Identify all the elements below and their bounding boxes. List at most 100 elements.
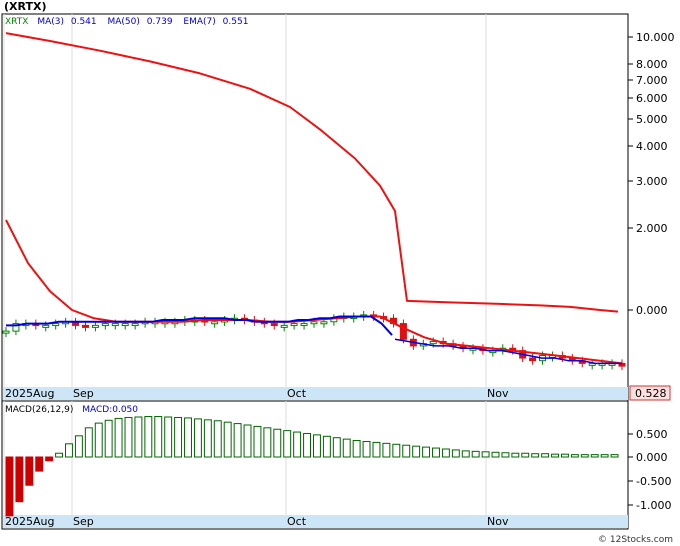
macd-bar <box>412 445 421 458</box>
macd-bar <box>551 453 559 458</box>
candle-body <box>131 323 139 327</box>
macd-bar <box>471 450 480 458</box>
macd-bar <box>65 443 73 458</box>
price-y-tick-label: 8.000 <box>636 58 668 71</box>
macd-bar <box>352 440 361 458</box>
macd-bar <box>560 453 569 458</box>
candle-body <box>320 321 328 325</box>
macd-bar <box>35 456 44 472</box>
macd-bar <box>154 416 163 458</box>
price-y-tick-label: 5.000 <box>636 113 668 126</box>
macd-bar <box>233 423 242 458</box>
candle-body <box>529 357 537 362</box>
macd-bar <box>174 416 183 458</box>
macd-value: MACD:0.050 <box>82 405 138 415</box>
macd-bar <box>223 421 232 458</box>
macd-bar <box>521 452 530 458</box>
price-y-tick-label: 7.000 <box>636 74 668 87</box>
candle-body <box>2 330 10 334</box>
macd-bar <box>382 442 391 458</box>
macd-bar <box>402 444 411 458</box>
macd-legend: MACD(26,12,9) MACD:0.050 <box>5 405 138 415</box>
macd-bar <box>203 419 212 458</box>
macd-bar <box>144 416 153 458</box>
macd-bar <box>372 441 381 458</box>
price-x-tick-label: Oct <box>287 387 307 400</box>
macd-bar <box>432 447 440 458</box>
candle-body <box>270 323 278 327</box>
macd-bar <box>74 435 83 458</box>
macd-bar <box>342 438 351 458</box>
candle-body <box>91 324 99 328</box>
price-badge: 0.528 <box>635 387 667 400</box>
macd-x-tick-label: Nov <box>487 515 509 528</box>
macd-bar <box>590 454 599 458</box>
price-y-tick-label: 3.000 <box>636 175 668 188</box>
macd-bar <box>501 452 510 458</box>
price-date-band <box>3 387 628 400</box>
macd-bar <box>600 454 609 458</box>
macd-bar <box>273 428 282 458</box>
macd-y-tick-label: 0.500 <box>636 428 668 441</box>
macd-bar <box>114 417 123 458</box>
legend-ma50-label: MA(50) <box>108 17 140 27</box>
macd-panel <box>1 400 629 530</box>
macd-bar <box>15 456 24 503</box>
candle-body <box>121 323 129 327</box>
macd-bar <box>25 456 34 486</box>
macd-bar <box>322 435 331 458</box>
macd-bar <box>610 454 619 458</box>
macd-bar <box>491 451 500 458</box>
legend-symbol: XRTX <box>5 17 28 27</box>
legend-ma3-value: 0.541 <box>71 17 97 27</box>
macd-bar <box>422 446 431 458</box>
candle-body <box>42 324 50 328</box>
candle-body <box>211 321 219 325</box>
macd-bar <box>441 448 450 458</box>
macd-bar <box>5 456 14 517</box>
macd-y-tick-label: -1.000 <box>636 499 671 512</box>
macd-bar <box>55 452 64 458</box>
price-x-tick-label: Nov <box>487 387 509 400</box>
macd-x-tick-label: Oct <box>287 515 307 528</box>
macd-bar <box>313 434 321 458</box>
macd-bar <box>243 424 252 458</box>
macd-bar <box>511 452 520 458</box>
price-legend: XRTX MA(3) 0.541 MA(50) 0.739 EMA(7) 0.5… <box>5 17 248 27</box>
watermark: © 12Stocks.com <box>598 535 673 545</box>
price-y-tick-label: 6.000 <box>636 92 668 105</box>
macd-bar <box>531 453 540 458</box>
macd-bar <box>213 420 222 458</box>
candle-body <box>52 323 60 327</box>
price-x-tick-label: 2025Aug <box>5 387 54 400</box>
macd-bar <box>94 422 103 458</box>
macd-bar <box>303 432 312 458</box>
candle-body <box>101 323 109 327</box>
macd-bar <box>193 418 202 458</box>
macd-x-tick-label: Sep <box>73 515 94 528</box>
macd-y-tick-label: -0.500 <box>636 475 671 488</box>
legend-ema7-label: EMA(7) <box>183 17 215 27</box>
candle-body <box>111 323 119 327</box>
macd-bar <box>293 431 302 458</box>
macd-bar <box>283 430 292 458</box>
macd-bar <box>45 456 54 462</box>
stock-chart: 10.000 8.000 7.000 6.000 5.000 4.000 3.000 2.00… <box>1 0 675 545</box>
legend-ma3-label: MA(3) <box>37 17 64 27</box>
macd-params: MACD(26,12,9) <box>5 405 73 415</box>
macd-bar <box>124 416 133 458</box>
macd-bar <box>332 437 341 458</box>
macd-bar <box>263 427 272 458</box>
price-y-tick-label: 2.000 <box>636 222 668 235</box>
candle-body <box>290 323 298 327</box>
macd-bar <box>481 451 490 458</box>
price-panel <box>1 13 629 402</box>
chart-title: (XRTX) <box>4 0 47 13</box>
candle-body <box>310 321 318 325</box>
macd-bar <box>164 416 173 458</box>
legend-ma50-value: 0.739 <box>147 17 173 27</box>
price-y-tick-label: 0.000 <box>636 304 668 317</box>
macd-x-tick-label: 2025Aug <box>5 515 54 528</box>
candle-body <box>81 324 89 328</box>
macd-bar <box>570 454 579 458</box>
